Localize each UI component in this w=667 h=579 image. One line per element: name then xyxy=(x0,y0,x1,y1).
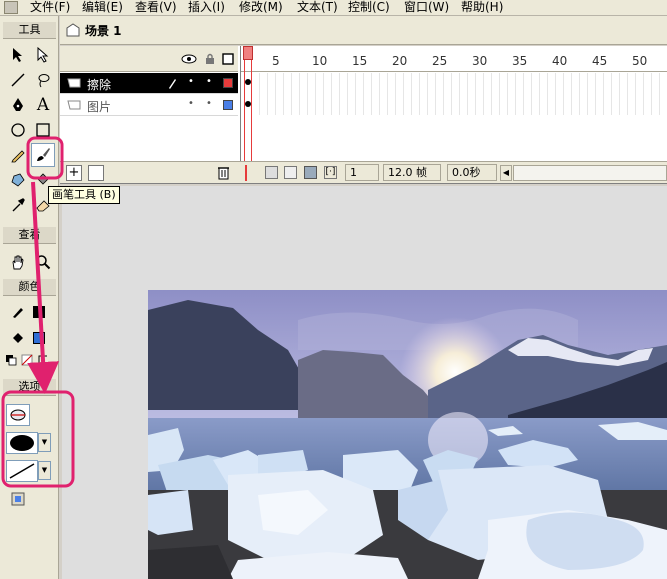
annotation-arrow xyxy=(27,181,60,394)
tutorial-annotation-overlay xyxy=(1,136,75,488)
options-highlight-box xyxy=(1,390,75,488)
brush-tool-highlight-box xyxy=(26,136,64,180)
